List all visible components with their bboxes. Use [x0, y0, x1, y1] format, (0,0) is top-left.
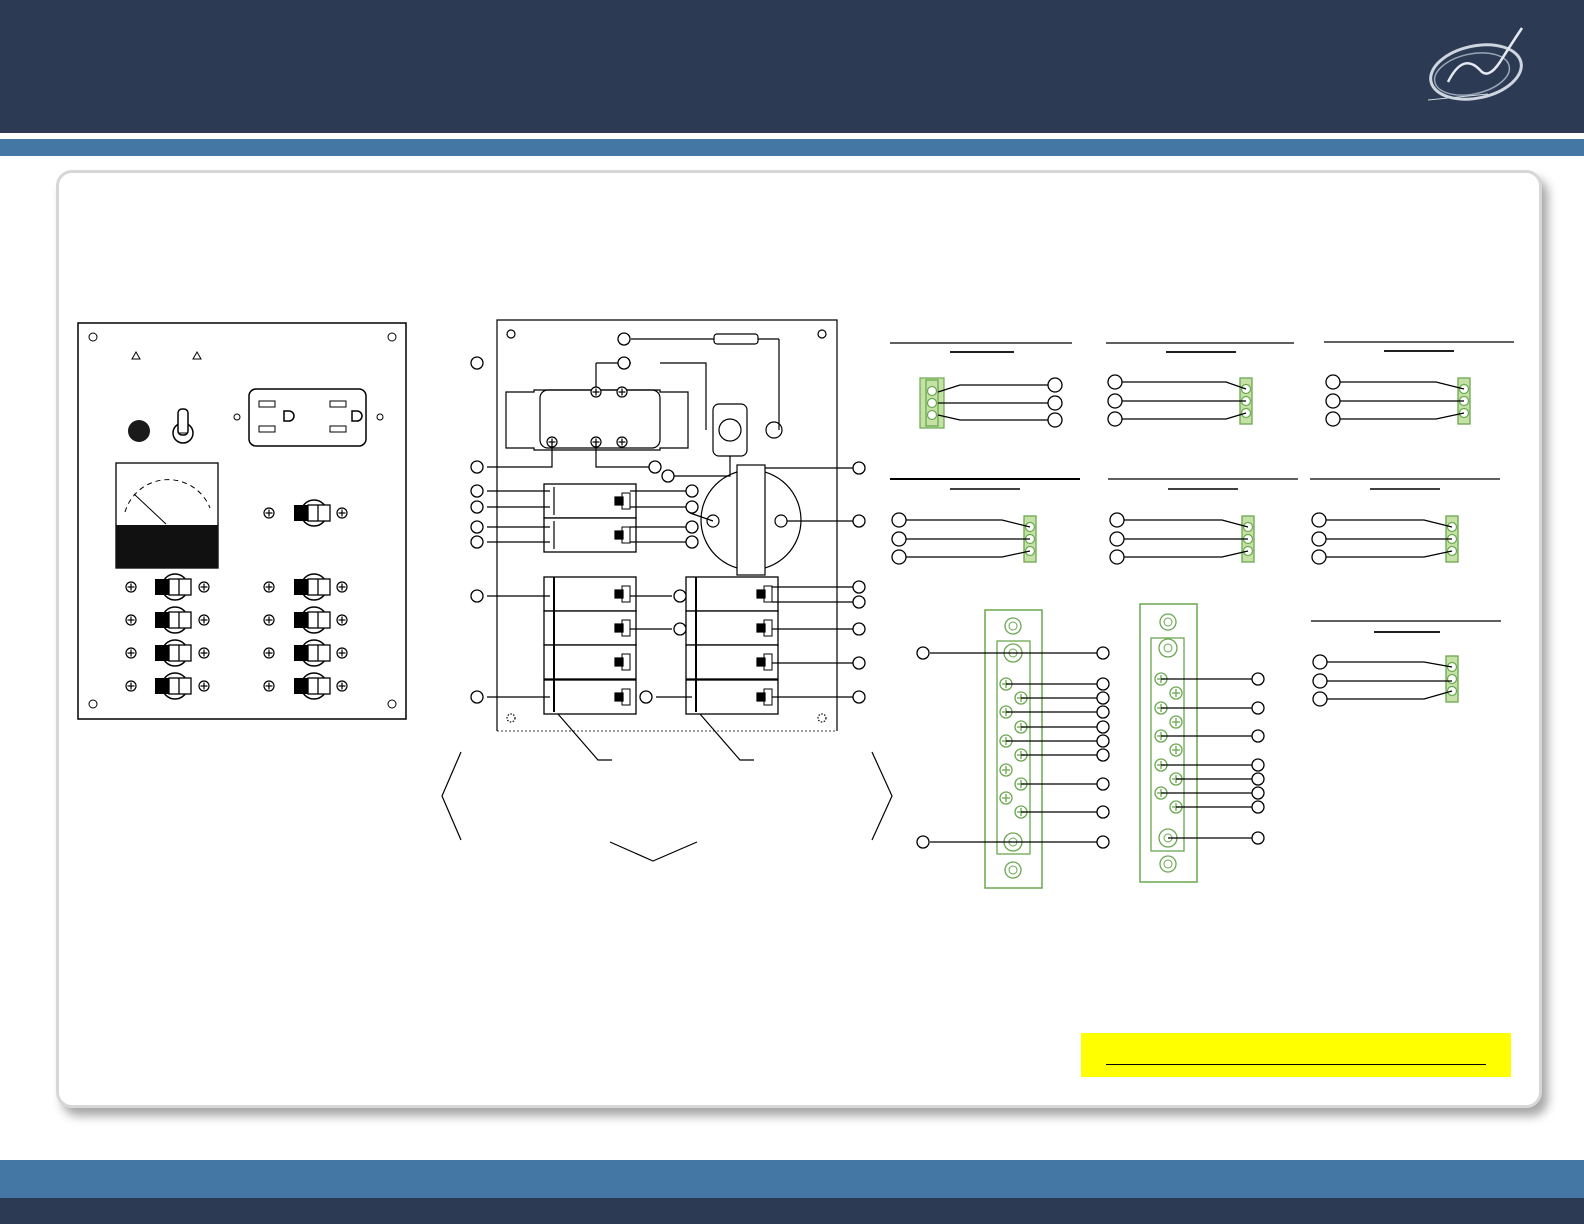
- back-panel-terminals: [470, 332, 866, 704]
- back-panel: [441, 319, 893, 862]
- connector-diagrams: [890, 341, 1514, 703]
- footer-stripe: [0, 1160, 1584, 1198]
- duplex-outlet-icon: [233, 388, 384, 447]
- note-underline: [1106, 1064, 1486, 1065]
- front-panel: [77, 322, 407, 720]
- indicator-lamp: [128, 420, 150, 442]
- terminal-strip-right: [1139, 603, 1265, 883]
- analog-meter: [115, 462, 219, 569]
- highlighted-note: [1081, 1033, 1511, 1077]
- terminal-strip-left: [916, 609, 1110, 889]
- connector-terminals: [891, 374, 1341, 707]
- footer-bar: [0, 1198, 1584, 1224]
